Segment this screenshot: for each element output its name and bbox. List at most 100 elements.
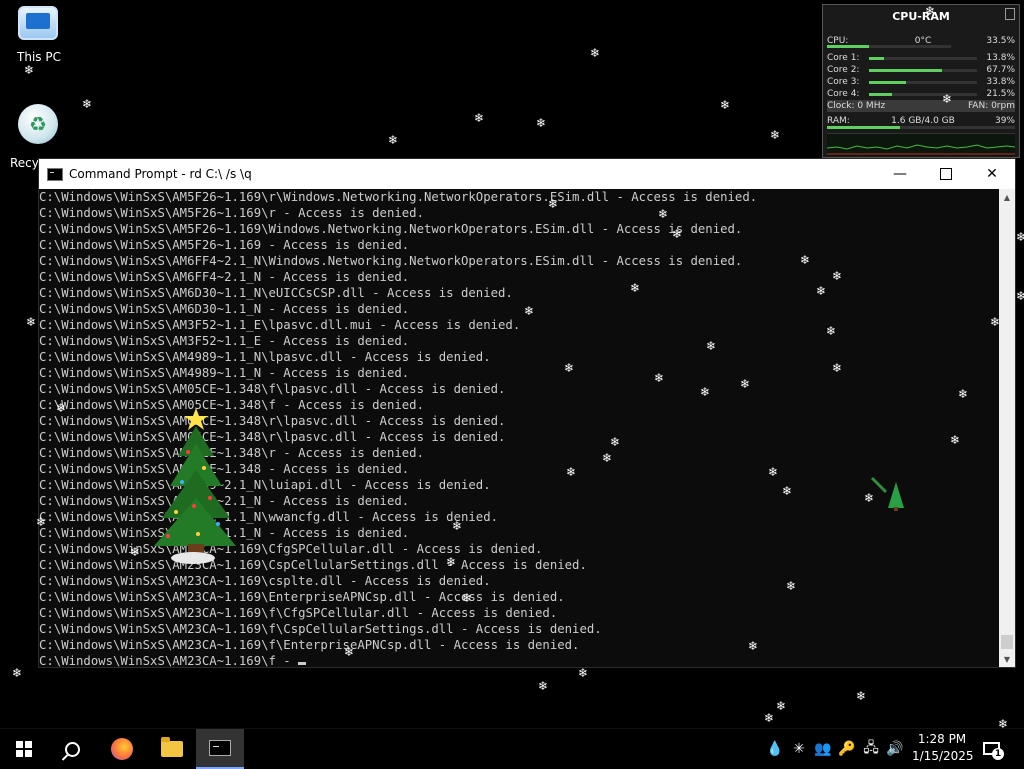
folder-icon [161,737,183,757]
text-cursor [298,662,307,665]
snowflake-icon: ❄ [602,451,613,465]
console-line: C:\Windows\WinSxS\AM23CA~1.169\f\Enterpr… [39,638,580,652]
usage-graph [826,133,1016,156]
snowflake-icon: ❄ [800,253,811,267]
core-label: Core 3: [827,77,860,87]
snowflake-icon: ❄ [538,679,549,693]
command-prompt-icon [209,740,231,756]
snowflake-icon: ❄ [740,377,751,391]
start-button[interactable] [0,729,48,769]
minimize-button[interactable]: — [877,159,923,189]
snowflake-icon: ❄ [856,689,867,703]
taskbar-firefox[interactable] [98,729,146,769]
clock-fan-row: Clock: 0 MHz FAN: 0rpm [827,100,1015,112]
snowflake-icon: ❄ [958,387,969,401]
network-icon[interactable]: 🖧 [861,729,881,769]
console-line: C:\Windows\WinSxS\AM6FF4~2.1_N - Access … [39,270,410,284]
scroll-down-icon[interactable]: ▼ [999,651,1015,667]
window-titlebar[interactable]: Command Prompt - rd C:\ /s \q — ✕ [39,159,1015,189]
maximize-button[interactable] [923,159,969,189]
scroll-up-icon[interactable]: ▲ [999,189,1015,205]
scrollbar-thumb[interactable] [1001,635,1013,649]
fan-text: FAN: 0rpm [967,101,1015,111]
console-line: C:\Windows\WinSxS\AM6D30~1.1_N\eUICCsCSP… [39,286,513,300]
snowflake-icon: ❄ [770,128,781,142]
system-clock[interactable]: 1:28 PM 1/15/2025 [912,731,974,767]
console-line: C:\Windows\WinSxS\AM5F26~1.169\r\Windows… [39,190,758,204]
snowflake-icon: ❄ [610,435,621,449]
snowflake-icon: ❄ [826,324,837,338]
console-line: C:\Windows\WinSxS\AM4989~1.1_N - Access … [39,366,410,380]
core-bar [869,92,977,96]
volume-icon[interactable]: 🔊 [885,729,905,769]
small-tree-icon [870,476,904,511]
snowflake-icon: ❄ [654,371,665,385]
command-prompt-icon [47,167,63,181]
tray-key-icon[interactable]: 🔑 [838,729,856,769]
desktop-icon-this-pc[interactable]: This PC [2,6,76,64]
core-value: 67.7% [986,65,1015,75]
usage-graph-line [826,144,1016,155]
core-label: Core 2: [827,65,860,75]
core-bar [869,56,977,60]
core-value: 33.8% [986,77,1015,87]
snowflake-icon: ❄ [130,545,141,559]
snowflake-icon: ❄ [548,197,559,211]
console-line: C:\Windows\WinSxS\AM23CA~1.169\Enterpris… [39,590,565,604]
notification-count: 1 [992,748,1004,760]
console-line: C:\Windows\WinSxS\AM23CA~1.169\f\CspCell… [39,622,602,636]
notification-center-button[interactable]: 1 [980,737,1004,760]
snowflake-icon: ❄ [82,97,93,111]
gadget-title: CPU-RAM [892,10,950,23]
snowflake-icon: ❄ [26,315,37,329]
snowflake-icon: ❄ [720,98,731,112]
core-row: Core 1: 13.8% [827,52,1015,64]
search-button[interactable] [48,729,96,769]
snowflake-icon: ❄ [462,591,473,605]
gadget-close-icon[interactable] [1005,8,1015,20]
tray-drop-icon[interactable]: 💧 [766,729,784,769]
tray-people-icon[interactable]: 👥 [813,729,833,769]
desktop-icon-label: This PC [17,50,61,64]
maximize-icon [940,168,952,180]
console-current-line: C:\Windows\WinSxS\AM23CA~1.169\f - [39,653,999,667]
ram-bar [827,126,1015,129]
snowflake-icon: ❄ [36,515,47,529]
snowflake-icon: ❄ [56,401,67,415]
christmas-tree-icon [154,408,236,564]
core-label: Core 4: [827,89,860,99]
snowflake-icon: ❄ [706,339,717,353]
snowflake-icon: ❄ [630,281,641,295]
snowflake-icon: ❄ [816,284,827,298]
core-bar [869,68,977,72]
snowflake-icon: ❄ [590,46,601,60]
console-current-text: C:\Windows\WinSxS\AM23CA~1.169\f - [39,654,299,667]
snowflake-icon: ❄ [832,269,843,283]
snowflake-icon: ❄ [786,579,797,593]
snowflake-icon: ❄ [672,227,683,241]
minimize-icon: — [893,166,907,182]
console-line: C:\Windows\WinSxS\AM5F26~1.169 - Access … [39,238,410,252]
vertical-scrollbar[interactable]: ▲ ▼ [999,189,1015,667]
taskbar-file-explorer[interactable] [148,729,196,769]
recycle-bin-icon: ♻ [18,104,60,146]
snowflake-icon: ❄ [474,111,485,125]
console-line: C:\Windows\WinSxS\AM23CA~1.169\f\CfgSPCe… [39,606,558,620]
snowflake-icon: ❄ [524,304,535,318]
console-line: C:\Windows\WinSxS\AM4989~1.1_N\lpasvc.dl… [39,350,491,364]
close-button[interactable]: ✕ [969,159,1015,189]
snowflake-icon: ❄ [566,465,577,479]
snowflake-icon: ❄ [925,4,936,18]
snowflake-icon: ❄ [764,711,775,725]
taskbar-command-prompt[interactable] [196,729,244,769]
ram-bar-row [827,125,1015,130]
snowflake-icon: ❄ [776,699,787,713]
close-icon: ✕ [986,166,998,182]
tray-sparkle-icon[interactable]: ✳ [790,729,808,769]
snowflake-icon: ❄ [24,63,35,77]
cpu-ram-gadget[interactable]: CPU-RAM CPU: 0°C 33.5% Core 1: 13.8% Cor… [822,4,1020,158]
snowflake-icon: ❄ [864,491,875,505]
desktop-icon-recycle-bin[interactable]: ♻ Recyc [2,104,76,170]
computer-icon [18,6,60,48]
snowflake-icon: ❄ [344,645,355,659]
